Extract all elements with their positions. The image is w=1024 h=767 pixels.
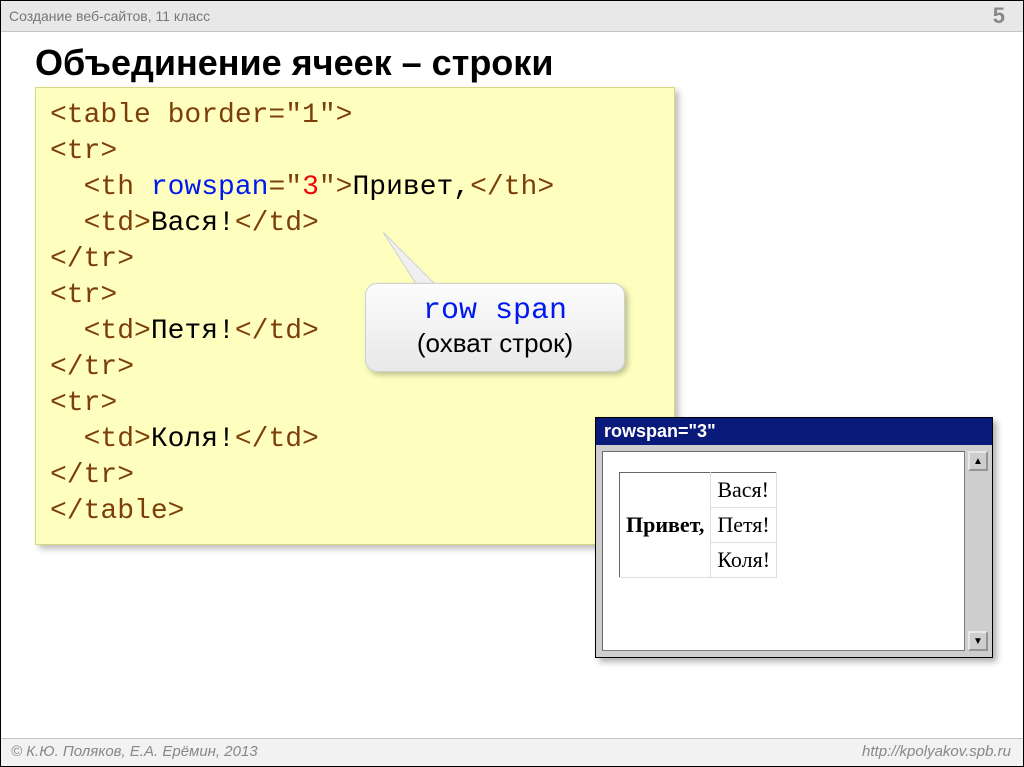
table-row: Привет, Вася! — [620, 473, 777, 508]
code-text: Привет, — [352, 172, 470, 203]
code-line: <tr> — [50, 388, 117, 419]
code-line: </td> — [235, 208, 319, 239]
scrollbar[interactable]: ▲ ▼ — [968, 451, 988, 651]
window-body: Привет, Вася! Петя! Коля! ▲ ▼ — [596, 445, 992, 657]
table-header: Привет, — [620, 473, 711, 578]
code-line: =" — [268, 172, 302, 203]
scroll-up-icon[interactable]: ▲ — [968, 451, 988, 471]
code-line: </th> — [470, 172, 554, 203]
code-text: Петя! — [151, 316, 235, 347]
code-line: <td> — [50, 424, 151, 455]
window-content: Привет, Вася! Петя! Коля! — [602, 451, 965, 651]
code-line: </tr> — [50, 244, 134, 275]
callout-text: (охват строк) — [382, 328, 608, 359]
demo-table: Привет, Вася! Петя! Коля! — [619, 472, 777, 578]
page-title: Объединение ячеек – строки — [35, 42, 1023, 84]
code-line: <tr> — [50, 280, 117, 311]
slide: Создание веб-сайтов, 11 класс 5 Объедине… — [0, 0, 1024, 767]
callout-code: row span — [382, 294, 608, 328]
code-line: </td> — [235, 424, 319, 455]
table-cell: Петя! — [711, 508, 777, 543]
code-line: "> — [319, 172, 353, 203]
code-text: Коля! — [151, 424, 235, 455]
code-line: </td> — [235, 316, 319, 347]
code-line: <table border="1"> — [50, 100, 352, 131]
table-cell: Коля! — [711, 543, 777, 578]
code-text: Вася! — [151, 208, 235, 239]
code-attr: rowspan — [151, 172, 269, 203]
page-number: 5 — [993, 3, 1011, 29]
code-line: </tr> — [50, 352, 134, 383]
table-cell: Вася! — [711, 473, 777, 508]
code-line: <td> — [50, 316, 151, 347]
code-line: <td> — [50, 208, 151, 239]
callout: row span (охват строк) — [365, 283, 625, 372]
code-line: </table> — [50, 496, 184, 527]
footer: © К.Ю. Поляков, Е.А. Ерёмин, 2013 http:/… — [1, 738, 1023, 766]
scroll-down-icon[interactable]: ▼ — [968, 631, 988, 651]
code-value: 3 — [302, 172, 319, 203]
header-bar: Создание веб-сайтов, 11 класс 5 — [1, 1, 1023, 32]
window-titlebar: rowspan="3" — [596, 418, 992, 445]
code-line: </tr> — [50, 460, 134, 491]
code-line: <tr> — [50, 136, 117, 167]
footer-url: http://kpolyakov.spb.ru — [862, 743, 1011, 760]
copyright: © К.Ю. Поляков, Е.А. Ерёмин, 2013 — [11, 743, 258, 760]
browser-window: rowspan="3" Привет, Вася! Петя! Коля! — [595, 417, 993, 658]
code-line: <th — [50, 172, 151, 203]
course-name: Создание веб-сайтов, 11 класс — [9, 8, 210, 24]
